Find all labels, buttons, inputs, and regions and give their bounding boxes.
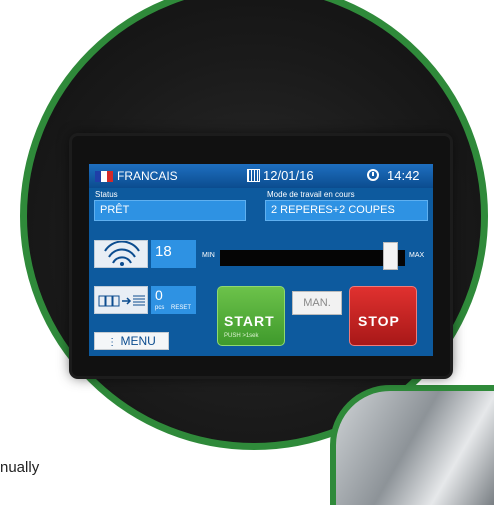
french-flag-icon[interactable]	[95, 171, 113, 182]
slider-min-label: MIN	[202, 252, 215, 259]
work-mode-field[interactable]: 2 REPERES+2 COUPES	[265, 200, 428, 221]
machine-closeup	[330, 385, 494, 505]
counter-value: 0	[155, 287, 163, 303]
language-label[interactable]: FRANCAIS	[117, 169, 178, 183]
counter-button[interactable]	[94, 286, 148, 314]
touch-screen: FRANCAIS 12/01/16 14:42 Status PRÊT Mode…	[89, 164, 433, 356]
stop-label: STOP	[358, 313, 400, 329]
speed-slider-track[interactable]	[220, 250, 405, 266]
slider-max-label: MAX	[409, 252, 425, 259]
stop-button[interactable]: STOP	[349, 286, 417, 346]
menu-label: MENU	[120, 334, 156, 348]
speed-slider-handle[interactable]	[383, 242, 399, 270]
status-field: PRÊT	[94, 200, 246, 221]
fan-speed-icon	[104, 240, 140, 266]
status-bar: FRANCAIS 12/01/16 14:42	[89, 164, 433, 188]
work-mode-label: Mode de travail en cours	[267, 190, 355, 199]
piece-counter-icon	[98, 295, 145, 307]
counter-reset[interactable]: RESET	[171, 305, 191, 311]
date-display: 12/01/16	[263, 168, 314, 183]
clock-icon	[367, 169, 379, 181]
caption-fragment: nually	[0, 459, 40, 476]
manual-button[interactable]: MAN.	[292, 291, 342, 315]
speed-button[interactable]	[94, 240, 148, 268]
counter-box[interactable]: 0 pcs RESET	[151, 286, 196, 314]
menu-button[interactable]: ⋮ MENU	[94, 332, 169, 350]
start-label: START	[224, 313, 275, 329]
calendar-icon	[247, 169, 260, 182]
start-hint: PUSH >1sek	[224, 333, 259, 339]
start-button[interactable]: START PUSH >1sek	[217, 286, 285, 346]
menu-icon: ⋮	[107, 337, 118, 348]
speed-value[interactable]: 18	[151, 240, 196, 268]
counter-unit: pcs	[155, 305, 165, 311]
status-label: Status	[95, 190, 118, 199]
time-display: 14:42	[387, 168, 420, 183]
